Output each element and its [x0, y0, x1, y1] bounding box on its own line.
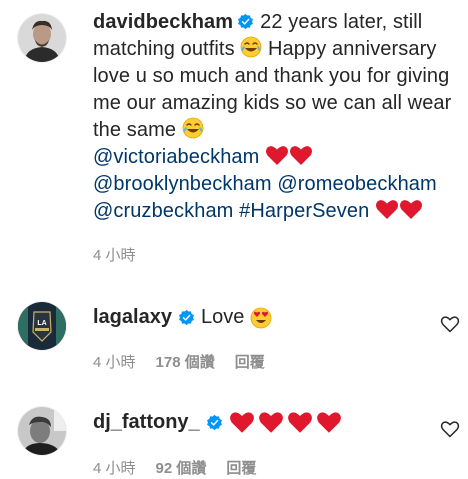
like-comment-button[interactable]: [440, 419, 460, 439]
red-heart-emoji: [375, 199, 399, 220]
red-heart-emoji: [316, 411, 342, 434]
mention-cruzbeckham[interactable]: @cruzbeckham: [93, 200, 233, 222]
heart-outline-icon: [440, 421, 460, 438]
mention-victoriabeckham[interactable]: @victoriabeckham: [93, 146, 259, 168]
comment-username-lagalaxy[interactable]: lagalaxy: [93, 304, 172, 331]
comment-meta-lagalaxy: 4 小時 178 個讚 回覆: [93, 351, 265, 372]
red-heart-emoji: [229, 411, 255, 434]
verified-icon: [206, 414, 223, 431]
mention-romeobeckham[interactable]: @romeobeckham: [277, 173, 436, 195]
caption-timestamp[interactable]: 4 小時: [93, 244, 136, 265]
smiling-face-with-heart-eyes-emoji: [250, 307, 272, 329]
face-with-tears-of-joy-emoji: [182, 117, 204, 139]
mention-brooklynbeckham[interactable]: @brooklynbeckham: [93, 173, 272, 195]
avatar-lagalaxy[interactable]: LA: [18, 302, 66, 350]
caption-username[interactable]: davidbeckham: [93, 11, 233, 33]
avatar-dj-fattony[interactable]: [18, 407, 66, 455]
comment-text-lagalaxy: Love: [200, 306, 245, 328]
red-heart-emoji: [287, 411, 313, 434]
reply-button[interactable]: 回覆: [226, 457, 256, 478]
red-heart-emoji: [399, 199, 423, 220]
comment-timestamp[interactable]: 4 小時: [93, 351, 136, 372]
red-heart-emoji: [289, 145, 313, 166]
verified-icon: [178, 309, 195, 326]
comment-dj-fattony: dj_fattony_: [93, 409, 342, 436]
caption-meta: 4 小時: [93, 244, 458, 265]
reply-button[interactable]: 回覆: [235, 351, 265, 372]
avatar-davidbeckham[interactable]: [18, 14, 66, 62]
hashtag-harperseven[interactable]: #HarperSeven: [239, 200, 369, 222]
heart-outline-icon: [440, 316, 460, 333]
like-comment-button[interactable]: [440, 314, 460, 334]
comment-username-dj-fattony[interactable]: dj_fattony_: [93, 409, 200, 436]
face-with-tears-of-joy-emoji: [240, 36, 262, 58]
red-heart-emoji: [258, 411, 284, 434]
caption-text: davidbeckham 22 years later, still matchi…: [93, 9, 458, 225]
comment-like-count[interactable]: 178 個讚: [156, 351, 215, 372]
post-caption: davidbeckham 22 years later, still matchi…: [93, 9, 458, 265]
verified-icon: [237, 13, 254, 30]
comment-meta-dj-fattony: 4 小時 92 個讚 回覆: [93, 457, 256, 478]
comment-lagalaxy: lagalaxy Love: [93, 304, 272, 331]
svg-text:LA: LA: [37, 320, 46, 327]
comment-like-count[interactable]: 92 個讚: [156, 457, 207, 478]
comment-timestamp[interactable]: 4 小時: [93, 457, 136, 478]
red-heart-emoji: [265, 145, 289, 166]
